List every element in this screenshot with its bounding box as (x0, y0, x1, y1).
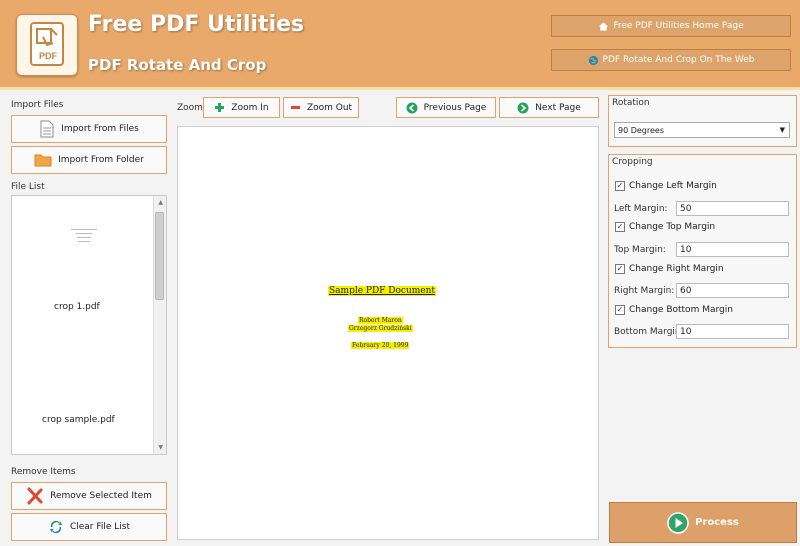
play-icon (667, 511, 689, 534)
left-margin-input[interactable]: 50 (676, 201, 789, 216)
file-list-item[interactable]: crop sample.pdf (42, 415, 115, 425)
zoom-in-label: Zoom In (231, 102, 269, 113)
svg-text:PDF: PDF (39, 51, 58, 61)
import-from-files-label: Import From Files (61, 124, 139, 134)
change-top-margin-label: Change Top Margin (629, 222, 716, 232)
app-title: Free PDF Utilities (88, 12, 305, 37)
import-files-label: Import Files (11, 100, 64, 110)
clear-file-list-label: Clear File List (69, 522, 131, 532)
previous-page-button[interactable]: Previous Page (396, 97, 496, 118)
change-left-margin-checkbox[interactable]: ✓ (615, 181, 625, 191)
zoom-label: Zoom: (177, 103, 206, 113)
change-left-margin-label: Change Left Margin (629, 181, 717, 191)
file-list-label: File List (11, 182, 45, 192)
change-top-margin-checkbox[interactable]: ✓ (615, 222, 625, 232)
rotation-panel: Rotation (608, 95, 797, 147)
refresh-icon (49, 520, 62, 534)
clear-file-list-button[interactable]: Clear File List (11, 513, 167, 541)
arrow-left-icon (406, 102, 418, 113)
change-left-margin-checkbox-row[interactable]: ✓ Change Left Margin (615, 181, 717, 191)
import-from-files-button[interactable]: Import From Files (11, 115, 167, 143)
change-bottom-margin-checkbox-row[interactable]: ✓ Change Bottom Margin (615, 305, 733, 315)
arrow-right-icon (517, 102, 529, 113)
import-from-folder-button[interactable]: Import From Folder (11, 146, 167, 174)
process-button[interactable]: Process (609, 502, 797, 543)
chevron-down-icon[interactable]: ▼ (780, 126, 785, 134)
change-right-margin-label: Change Right Margin (629, 264, 724, 274)
next-page-button[interactable]: Next Page (499, 97, 599, 118)
scrollbar-thumb[interactable] (155, 212, 164, 300)
change-top-margin-checkbox-row[interactable]: ✓ Change Top Margin (615, 222, 715, 232)
folder-icon (34, 154, 52, 167)
remove-selected-item-button[interactable]: Remove Selected Item (11, 482, 167, 510)
file-list-scrollbar[interactable]: ▲ ▼ (153, 196, 166, 454)
cropping-label: Cropping (612, 157, 653, 167)
import-from-folder-label: Import From Folder (58, 155, 144, 165)
header-divider (0, 87, 800, 90)
rotation-label: Rotation (612, 98, 650, 108)
pdf-crop-logo-icon: PDF (30, 22, 64, 66)
zoom-out-label: Zoom Out (306, 102, 353, 113)
preview-doc-date: February 20, 1999 (351, 342, 410, 349)
change-right-margin-checkbox[interactable]: ✓ (615, 264, 625, 274)
web-page-link-label: PDF Rotate And Crop On The Web (602, 55, 755, 65)
rotation-select-value: 90 Degrees (618, 125, 665, 135)
change-bottom-margin-label: Change Bottom Margin (629, 305, 733, 315)
right-margin-input[interactable]: 60 (676, 283, 789, 298)
remove-items-label: Remove Items (11, 467, 76, 477)
bottom-margin-input[interactable]: 10 (676, 324, 789, 339)
globe-icon (588, 55, 598, 65)
home-icon (599, 21, 609, 31)
remove-selected-item-label: Remove Selected Item (50, 491, 152, 501)
scroll-down-icon[interactable]: ▼ (158, 444, 163, 451)
app-subtitle: PDF Rotate And Crop (88, 56, 267, 74)
red-x-icon (27, 487, 43, 505)
scroll-up-icon[interactable]: ▲ (158, 199, 163, 206)
preview-doc-coauthor: Grzegorz Grudziński (348, 325, 413, 332)
preview-doc-author: Robert Maron (358, 317, 403, 324)
left-margin-label: Left Margin: (614, 204, 668, 214)
change-right-margin-checkbox-row[interactable]: ✓ Change Right Margin (615, 264, 724, 274)
zoom-out-button[interactable]: Zoom Out (283, 97, 359, 118)
app-logo: PDF (16, 14, 78, 76)
next-page-label: Next Page (535, 102, 581, 113)
process-label: Process (695, 517, 739, 528)
right-margin-label: Right Margin: (614, 286, 675, 296)
bottom-margin-label: Bottom Margin: (614, 327, 684, 337)
file-list-item[interactable]: crop 1.pdf (54, 302, 100, 312)
home-page-link-button[interactable]: Free PDF Utilities Home Page (551, 15, 791, 37)
change-bottom-margin-checkbox[interactable]: ✓ (615, 305, 625, 315)
previous-page-label: Previous Page (423, 102, 487, 113)
web-page-link-button[interactable]: PDF Rotate And Crop On The Web (551, 49, 791, 71)
home-page-link-label: Free PDF Utilities Home Page (613, 21, 744, 31)
plus-icon (215, 103, 225, 112)
file-thumbnail (60, 226, 108, 266)
app-header: PDF Free PDF Utilities PDF Rotate And Cr… (0, 0, 800, 88)
minus-icon (290, 106, 300, 109)
pdf-preview[interactable]: Sample PDF Document Robert Maron Grzegor… (177, 126, 599, 540)
file-list[interactable]: crop 1.pdf crop sample.pdf ▲ ▼ (11, 195, 167, 455)
zoom-in-button[interactable]: Zoom In (203, 97, 280, 118)
top-margin-label: Top Margin: (614, 245, 666, 255)
rotation-select[interactable]: 90 Degrees ▼ (614, 122, 790, 138)
top-margin-input[interactable]: 10 (676, 242, 789, 257)
document-icon (40, 120, 54, 138)
preview-doc-title: Sample PDF Document (328, 286, 437, 296)
